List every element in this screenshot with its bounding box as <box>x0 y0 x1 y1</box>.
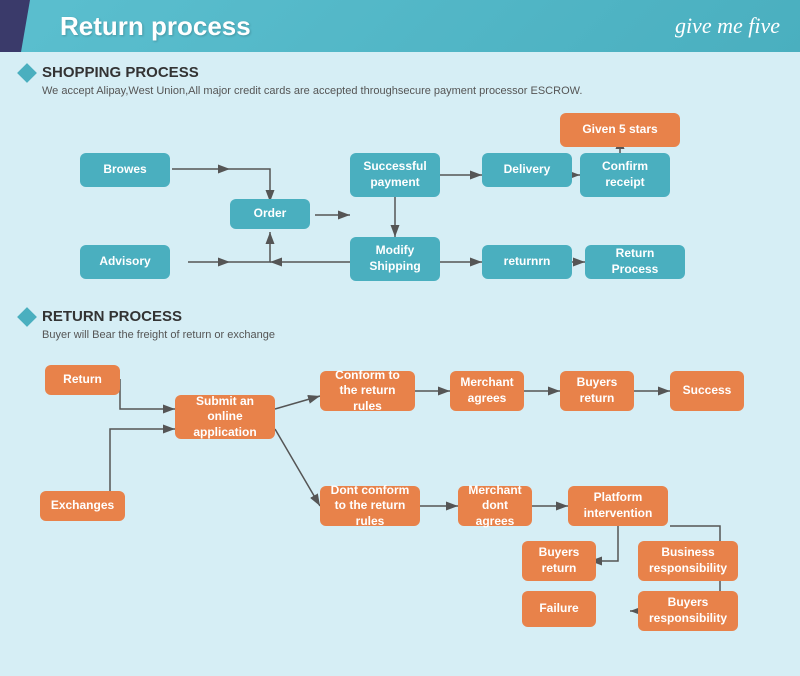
exchanges-box: Exchanges <box>40 491 125 521</box>
return-box: Return <box>45 365 120 395</box>
page-title: Return process <box>60 11 251 42</box>
diamond-icon-2 <box>17 307 37 327</box>
return-section-header: RETURN PROCESS <box>20 308 780 325</box>
buyers-responsibility-box: Buyers responsibility <box>638 591 738 631</box>
merchant-dont-agrees-box: Merchant dont agrees <box>458 486 532 526</box>
conform-rules-box: Conform to the return rules <box>320 371 415 411</box>
modify-shipping-box: Modify Shipping <box>350 237 440 281</box>
returnrn-box: returnrn <box>482 245 572 279</box>
return-diagram: Return Exchanges Submit an online applic… <box>20 351 780 661</box>
delivery-box: Delivery <box>482 153 572 187</box>
platform-intervention-box: Platform intervention <box>568 486 668 526</box>
shopping-desc: We accept Alipay,West Union,All major cr… <box>42 85 780 97</box>
return-desc: Buyer will Bear the freight of return or… <box>42 329 780 341</box>
shopping-diagram: Given 5 stars Browes Successful payment … <box>20 107 780 302</box>
content-area: SHOPPING PROCESS We accept Alipay,West U… <box>0 52 800 676</box>
merchant-agrees-box: Merchant agrees <box>450 371 524 411</box>
given-5-stars-box: Given 5 stars <box>560 113 680 147</box>
successful-payment-box: Successful payment <box>350 153 440 197</box>
return-title: RETURN PROCESS <box>42 308 182 325</box>
success-box: Success <box>670 371 744 411</box>
diamond-icon <box>17 63 37 83</box>
business-responsibility-box: Business responsibility <box>638 541 738 581</box>
buyers-return1-box: Buyers return <box>560 371 634 411</box>
submit-online-box: Submit an online application <box>175 395 275 439</box>
shopping-section-header: SHOPPING PROCESS <box>20 64 780 81</box>
confirm-receipt-box: Confirm receipt <box>580 153 670 197</box>
header: Return process give me five <box>0 0 800 52</box>
failure-box: Failure <box>522 591 596 627</box>
advisory-box: Advisory <box>80 245 170 279</box>
buyers-return2-box: Buyers return <box>522 541 596 581</box>
return-process-box: Return Process <box>585 245 685 279</box>
browes-box: Browes <box>80 153 170 187</box>
dont-conform-rules-box: Dont conform to the return rules <box>320 486 420 526</box>
shopping-title: SHOPPING PROCESS <box>42 64 199 81</box>
logo: give me five <box>675 13 780 39</box>
order-box: Order <box>230 199 310 229</box>
